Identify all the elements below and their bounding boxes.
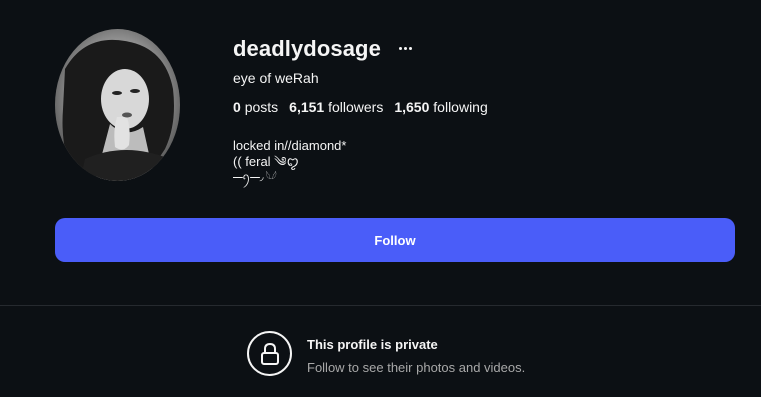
profile-avatar[interactable] <box>55 29 180 181</box>
stat-followers-count: 6,151 <box>289 99 325 115</box>
more-options-icon[interactable] <box>396 40 414 56</box>
avatar-photo <box>55 29 180 181</box>
stat-following[interactable]: 1,650 following <box>394 99 487 115</box>
stat-posts: 0 posts <box>233 99 278 115</box>
stat-followers[interactable]: 6,151 followers <box>289 99 383 115</box>
profile-page: deadlydosage eye of weRah 0 posts 6,151 … <box>0 0 761 397</box>
stat-following-count: 1,650 <box>394 99 430 115</box>
section-divider <box>0 305 761 306</box>
stat-followers-label: followers <box>328 99 384 115</box>
stat-posts-label: posts <box>244 99 279 115</box>
private-title: This profile is private <box>307 337 438 352</box>
lock-icon <box>247 331 292 376</box>
private-subtitle: Follow to see their photos and videos. <box>307 360 526 375</box>
profile-full-name: eye of weRah <box>233 70 319 86</box>
stat-posts-count: 0 <box>233 99 241 115</box>
follow-button[interactable]: Follow <box>55 218 735 262</box>
bio-line-1: locked in//diamond* <box>233 138 347 153</box>
bio-line-2: (( feral ༄ꨄ︎ <box>233 154 299 169</box>
stat-following-label: following <box>433 99 488 115</box>
profile-username: deadlydosage <box>233 36 381 61</box>
profile-bio: locked in//diamond* (( feral ༄ꨄ︎ ⎯⎯ꪆ⎯⎯◞ … <box>233 138 346 186</box>
profile-stats: 0 posts 6,151 followers 1,650 following <box>233 99 488 115</box>
bio-line-3: ⎯⎯ꪆ⎯⎯◞ 𓆩𓆪 <box>233 172 277 183</box>
